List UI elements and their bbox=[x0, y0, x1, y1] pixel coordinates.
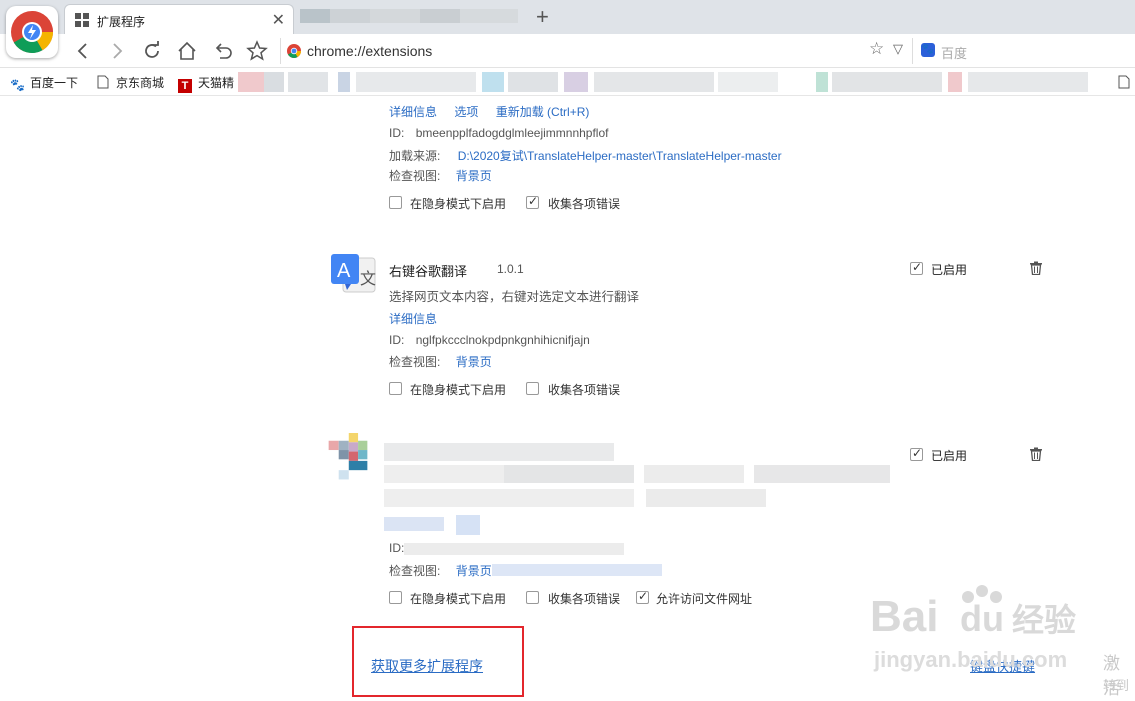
back-icon[interactable] bbox=[72, 40, 94, 62]
tab-extensions[interactable]: 扩展程序 ✕ bbox=[64, 4, 294, 34]
ext2-errors-checkbox[interactable] bbox=[526, 382, 539, 395]
ext1-source-label: 加载来源: bbox=[389, 149, 441, 163]
ext3-errors-checkbox[interactable] bbox=[526, 591, 539, 604]
blurred-bookmarks[interactable] bbox=[238, 72, 1108, 92]
ext1-errors-checkbox[interactable] bbox=[526, 194, 539, 209]
ext3-trash-icon[interactable] bbox=[1029, 447, 1043, 461]
tab-strip: 扩展程序 ✕ + bbox=[0, 0, 1135, 34]
ext2-trash-icon[interactable] bbox=[1029, 261, 1043, 275]
ext2-description: 选择网页文本内容，右键对选定文本进行翻译 bbox=[389, 290, 640, 304]
new-tab-button[interactable]: + bbox=[536, 4, 549, 30]
ext2-background-page-link[interactable]: 背景页 bbox=[456, 355, 492, 369]
ext2-id-row: ID: nglfpkccclnokpdpnkgnhihicnifjajn bbox=[389, 333, 590, 347]
blurred-extension-info bbox=[384, 443, 890, 507]
page-icon[interactable] bbox=[1117, 75, 1131, 89]
svg-text:A: A bbox=[337, 260, 351, 282]
ext1-source-row: 加载来源: D:\2020复试\TranslateHelper-master\T… bbox=[389, 147, 782, 164]
google-translate-icon: 文 A bbox=[331, 254, 376, 293]
address-bar[interactable]: chrome://extensions ☆ ▽ bbox=[280, 38, 912, 64]
bookmarks-bar: 🐾 百度一下 京东商城 T 天猫精 bbox=[0, 68, 1135, 96]
ext1-views-row: 检查视图: 背景页 bbox=[389, 167, 492, 184]
ext2-enabled-label: 已启用 bbox=[931, 263, 968, 277]
ext1-details-link[interactable]: 详细信息 bbox=[389, 105, 437, 119]
ext3-background-page-link[interactable]: 背景页 bbox=[456, 564, 492, 578]
search-placeholder: 百度 bbox=[941, 46, 968, 61]
svg-text:经验: 经验 bbox=[1012, 601, 1076, 639]
baidu-paw-icon: 🐾 bbox=[10, 78, 25, 92]
url-text: chrome://extensions bbox=[307, 43, 433, 59]
ext2-version: 1.0.1 bbox=[497, 262, 524, 276]
baidu-jingyan-watermark: Bai du 经验 jingyan.baidu.com bbox=[870, 585, 1076, 672]
svg-text:jingyan.baidu.com: jingyan.baidu.com bbox=[873, 647, 1067, 672]
ext2-incognito-label: 在隐身模式下启用 bbox=[410, 383, 507, 397]
page-bookmark-icon[interactable]: ☆ bbox=[869, 39, 884, 59]
ext2-incognito-checkbox[interactable] bbox=[389, 382, 402, 395]
ext1-errors-label: 收集各项错误 bbox=[548, 197, 621, 211]
svg-text:du: du bbox=[960, 598, 1004, 639]
ext1-id-value: bmeenpplfadogdglmleejimmnnhpflof bbox=[415, 126, 609, 140]
ext3-views-label: 检查视图: bbox=[389, 564, 441, 578]
reload-icon[interactable] bbox=[141, 40, 163, 62]
ext2-id-value: nglfpkccclnokpdpnkgnhihicnifjajn bbox=[415, 333, 590, 347]
bookmark-label: 天猫精 bbox=[198, 76, 235, 90]
ext2-enabled-checkbox[interactable] bbox=[910, 260, 923, 275]
ext3-id-label: ID: bbox=[389, 541, 405, 555]
bookmark-star-icon[interactable] bbox=[246, 40, 268, 62]
ext3-file-access-label: 允许访问文件网址 bbox=[656, 592, 753, 606]
dropdown-icon[interactable]: ▽ bbox=[893, 41, 903, 57]
bookmark-jd[interactable]: 京东商城 bbox=[96, 74, 164, 91]
bookmark-tmall[interactable]: T 天猫精 bbox=[178, 74, 234, 93]
chrome-icon bbox=[287, 44, 301, 58]
baidu-paw-icon: 🐾 bbox=[921, 43, 935, 57]
tmall-icon: T bbox=[178, 79, 192, 93]
blurred-id-value bbox=[404, 543, 624, 555]
ext3-errors-label: 收集各项错误 bbox=[548, 592, 621, 606]
tab-title: 扩展程序 bbox=[97, 15, 146, 29]
tab-close-icon[interactable]: ✕ bbox=[272, 10, 285, 30]
forward-icon[interactable] bbox=[106, 40, 128, 62]
ext3-incognito-checkbox[interactable] bbox=[389, 591, 402, 604]
bookmark-label: 京东商城 bbox=[116, 76, 165, 90]
ext3-views-row: 检查视图: 背景页 bbox=[389, 562, 492, 579]
undo-icon[interactable] bbox=[212, 40, 234, 62]
svg-text:Bai: Bai bbox=[870, 592, 938, 641]
extensions-grid-icon bbox=[75, 13, 89, 27]
bookmark-baidu[interactable]: 🐾 百度一下 bbox=[10, 74, 78, 92]
ext1-options-link[interactable]: 选项 bbox=[454, 105, 478, 119]
ext3-id-row: ID: bbox=[389, 541, 404, 555]
goto-overlay-text: 转到 bbox=[1103, 678, 1130, 693]
highlight-box bbox=[352, 626, 524, 697]
bookmark-label: 百度一下 bbox=[30, 76, 79, 90]
ext3-enabled-label: 已启用 bbox=[931, 449, 968, 463]
ext1-source-link[interactable]: D:\2020复试\TranslateHelper-master\Transla… bbox=[458, 149, 782, 163]
ext1-reload-link[interactable]: 重新加载 (Ctrl+R) bbox=[496, 105, 590, 119]
ext3-enabled-checkbox[interactable] bbox=[910, 446, 923, 461]
home-icon[interactable] bbox=[176, 40, 198, 62]
ext3-file-access-checkbox[interactable] bbox=[636, 589, 649, 604]
ext1-links: 详细信息 选项 重新加载 (Ctrl+R) bbox=[389, 103, 589, 120]
browser-logo-icon bbox=[6, 6, 58, 58]
toolbar: chrome://extensions ☆ ▽ 🐾 百度 bbox=[0, 34, 1135, 68]
ext2-views-label: 检查视图: bbox=[389, 355, 441, 369]
blurred-extension-icon bbox=[328, 433, 368, 480]
ext3-incognito-label: 在隐身模式下启用 bbox=[410, 592, 507, 606]
blurred-details-link[interactable] bbox=[384, 515, 484, 535]
extensions-page: 详细信息 选项 重新加载 (Ctrl+R) ID: bmeenpplfadogd… bbox=[0, 97, 1135, 701]
blurred-tab[interactable] bbox=[300, 9, 520, 23]
ext1-incognito-label: 在隐身模式下启用 bbox=[410, 197, 507, 211]
search-box[interactable]: 🐾 百度 bbox=[912, 38, 1135, 64]
ext1-background-page-link[interactable]: 背景页 bbox=[456, 169, 492, 183]
ext2-views-row: 检查视图: 背景页 bbox=[389, 353, 492, 370]
ext1-id-label: ID: bbox=[389, 126, 405, 140]
page-icon bbox=[97, 75, 109, 89]
ext2-details-link[interactable]: 详细信息 bbox=[389, 310, 437, 327]
ext1-id-row: ID: bmeenpplfadogdglmleejimmnnhpflof bbox=[389, 126, 608, 140]
ext1-views-label: 检查视图: bbox=[389, 169, 441, 183]
ext2-errors-label: 收集各项错误 bbox=[548, 383, 621, 397]
blurred-views-link[interactable] bbox=[492, 563, 662, 577]
ext1-incognito-checkbox[interactable] bbox=[389, 196, 402, 209]
ext2-name: 右键谷歌翻译 bbox=[389, 264, 468, 279]
svg-text:文: 文 bbox=[360, 269, 376, 288]
ext2-id-label: ID: bbox=[389, 333, 405, 347]
